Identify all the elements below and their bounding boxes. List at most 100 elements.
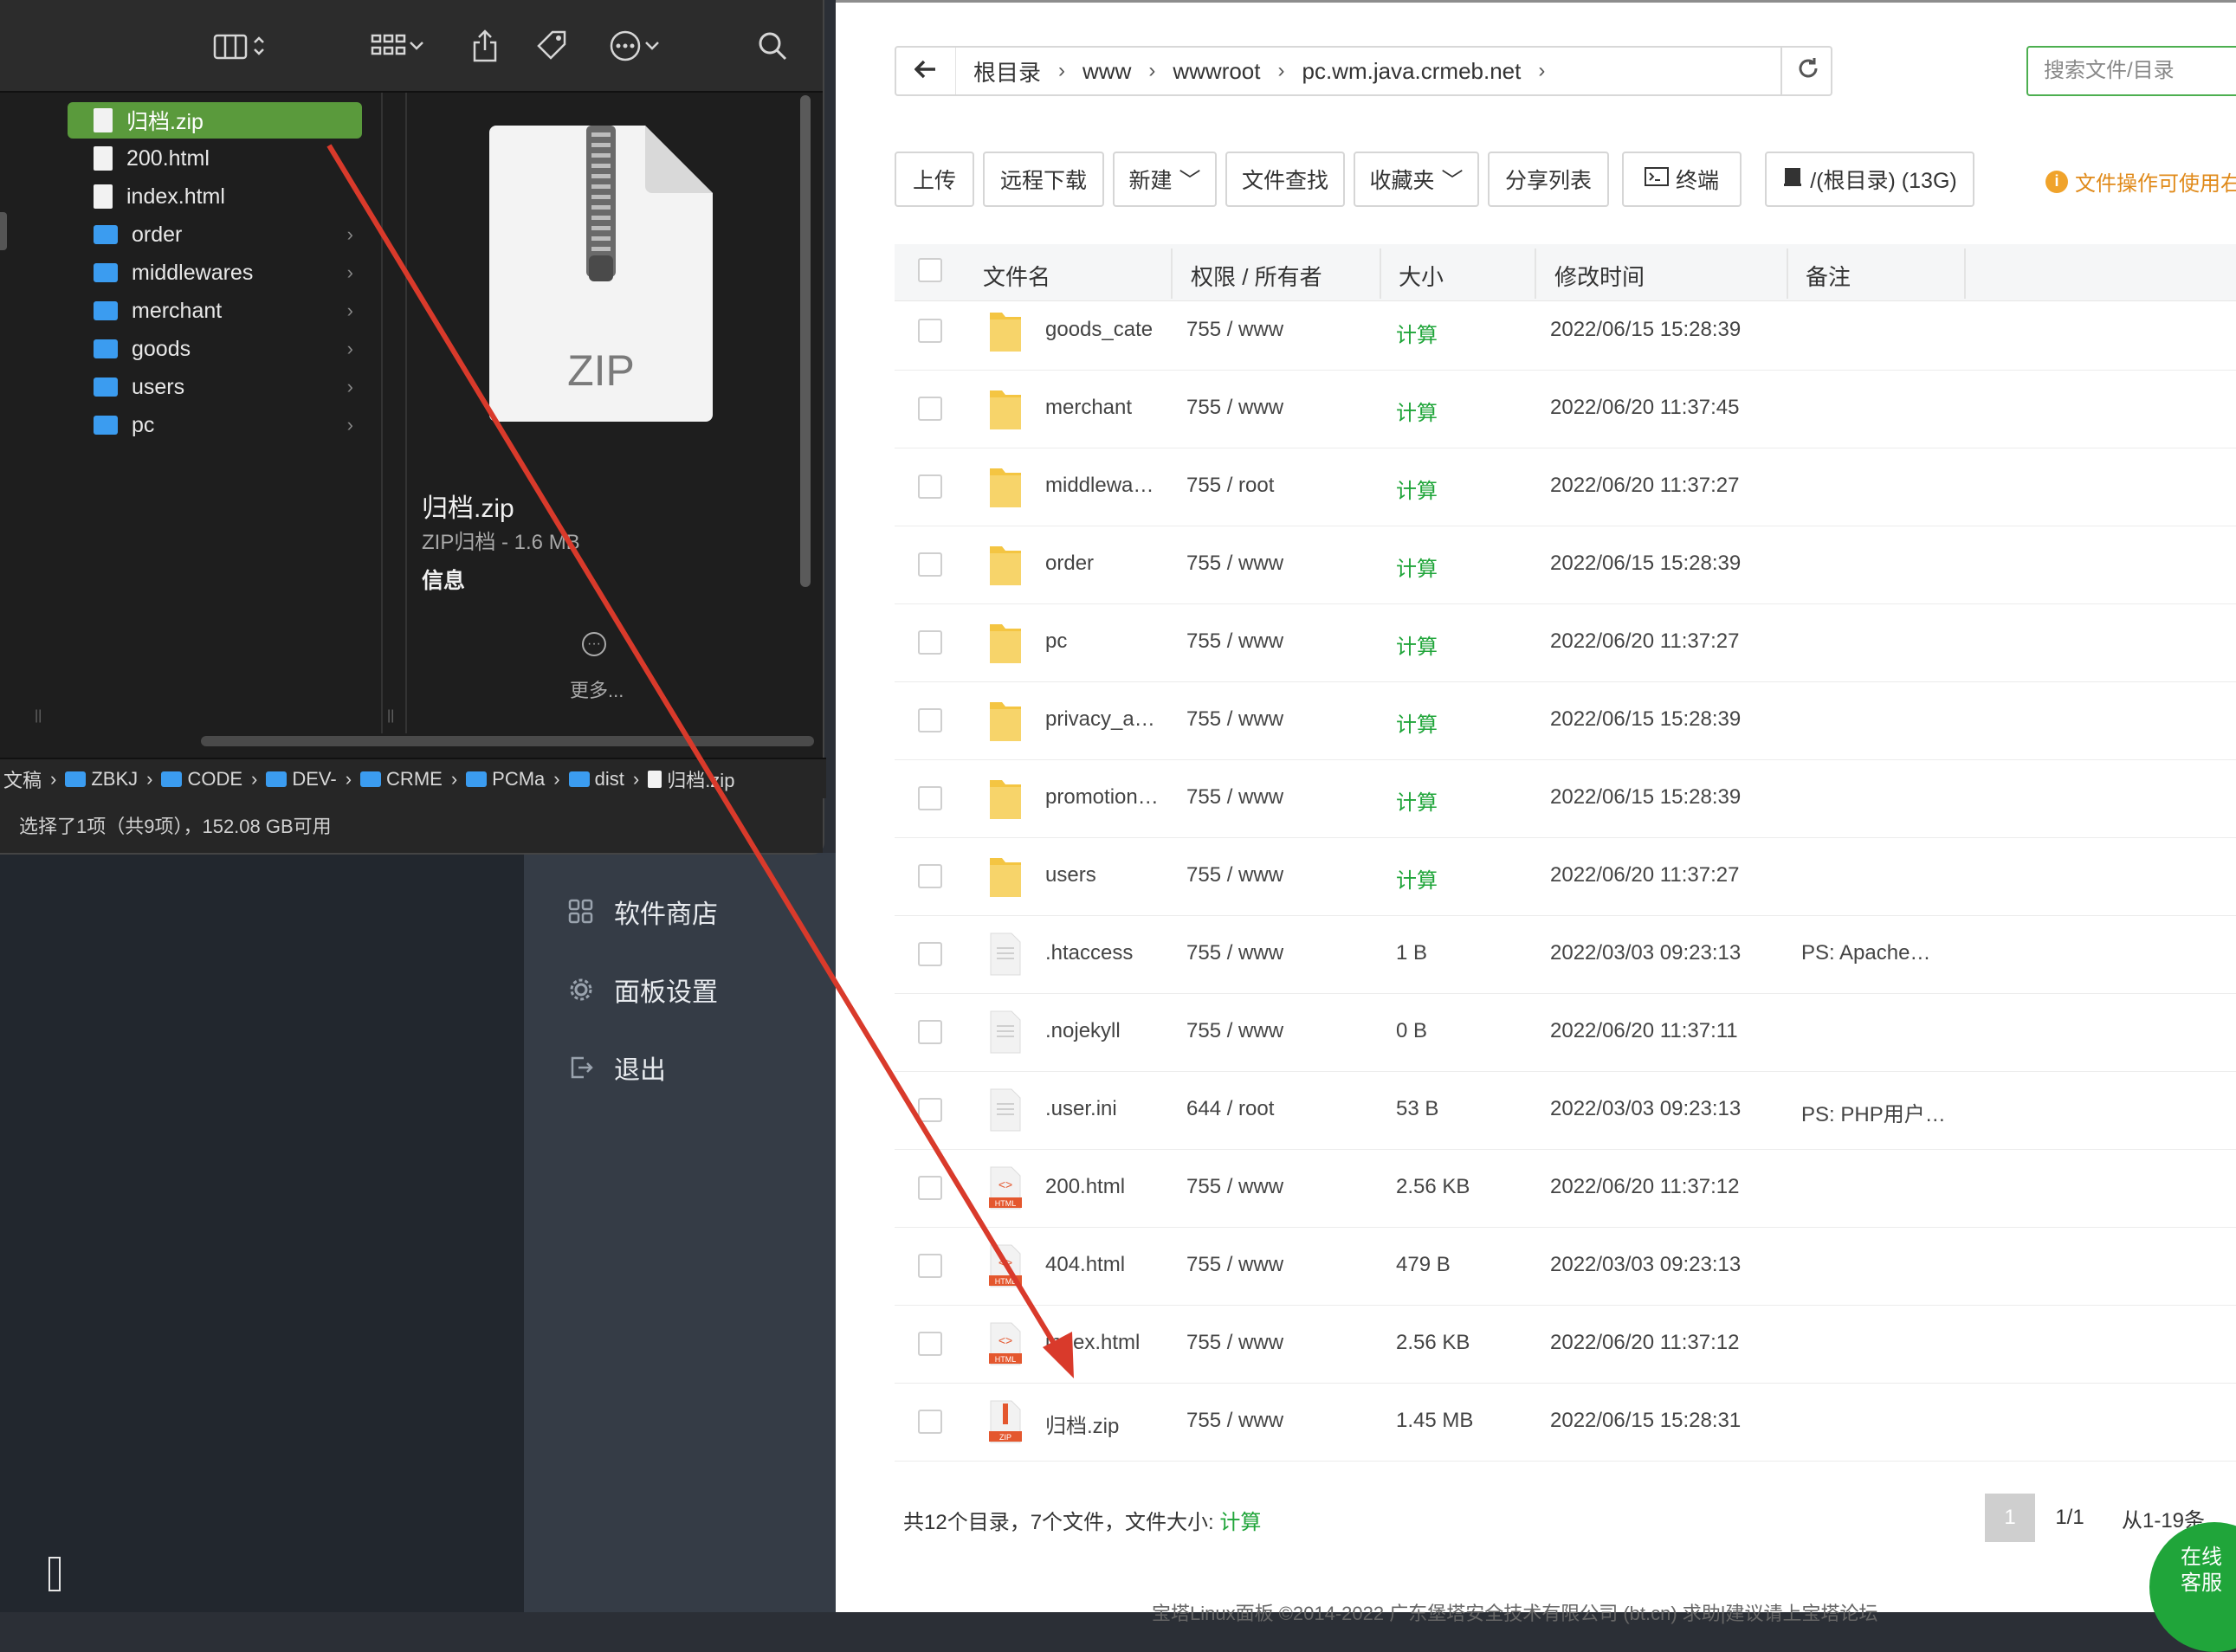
horizontal-scrollbar[interactable]	[201, 736, 814, 746]
column-header-mtime[interactable]: 修改时间	[1554, 260, 1645, 292]
row-checkbox[interactable]	[918, 474, 942, 499]
finder-item[interactable]: 归档.zip	[68, 102, 362, 139]
remote-download-label: 远程下载	[999, 169, 1087, 193]
row-checkbox[interactable]	[918, 786, 942, 810]
column-header-perm[interactable]: 权限 / 所有者	[1191, 260, 1322, 292]
tag-icon[interactable]	[535, 26, 570, 65]
row-checkbox[interactable]	[918, 708, 942, 732]
finder-item-label: users	[132, 374, 185, 399]
row-checkbox[interactable]	[918, 1176, 942, 1200]
finder-item[interactable]: index.html	[68, 178, 362, 215]
row-checkbox[interactable]	[918, 397, 942, 421]
column-header-size[interactable]: 大小	[1399, 260, 1444, 292]
share-list-button[interactable]: 分享列表	[1488, 152, 1609, 207]
file-name[interactable]: middlewa…	[1045, 474, 1154, 498]
upload-button[interactable]: 上传	[895, 152, 974, 207]
row-checkbox[interactable]	[918, 1020, 942, 1044]
finder-item[interactable]: pc ›	[68, 407, 362, 443]
summary-calc-link[interactable]: 计算	[1219, 1511, 1261, 1534]
path-segment[interactable]: DEV-	[266, 768, 337, 791]
group-icon[interactable]	[371, 26, 426, 65]
file-name[interactable]: 200.html	[1045, 1175, 1125, 1199]
search-icon[interactable]	[757, 26, 788, 65]
remote-download-button[interactable]: 远程下载	[983, 152, 1104, 207]
file-size[interactable]: 计算	[1396, 863, 1438, 894]
finder-item-label: merchant	[132, 298, 223, 323]
finder-item[interactable]: 200.html	[68, 140, 362, 177]
file-size: 0 B	[1396, 1019, 1428, 1042]
file-name[interactable]: merchant	[1045, 396, 1132, 420]
finder-item[interactable]: goods ›	[68, 331, 362, 367]
sidebar-item-logout[interactable]: 退出	[567, 1042, 666, 1094]
file-size[interactable]: 计算	[1396, 396, 1438, 426]
file-name[interactable]: .htaccess	[1045, 941, 1133, 965]
column-resize-handle[interactable]: ||	[387, 708, 394, 724]
path-segment[interactable]: dist	[568, 768, 624, 791]
column-resize-handle[interactable]: ||	[35, 708, 42, 724]
finder-item[interactable]: order ›	[68, 216, 362, 253]
file-size[interactable]: 计算	[1396, 785, 1438, 816]
more-actions-icon[interactable]	[608, 26, 662, 65]
path-segment[interactable]: CODE	[161, 768, 242, 791]
path-segment[interactable]: 文稿	[3, 765, 42, 793]
finder-item[interactable]: middlewares ›	[68, 255, 362, 291]
file-size[interactable]: 计算	[1396, 707, 1438, 738]
search-input[interactable]	[2026, 46, 2236, 96]
file-name[interactable]: order	[1045, 552, 1094, 576]
share-icon[interactable]	[471, 26, 499, 65]
vertical-scrollbar[interactable]	[800, 95, 811, 587]
file-permission: 755 / www	[1186, 707, 1284, 731]
more-label[interactable]: 更多...	[570, 675, 624, 703]
disk-button[interactable]: /(根目录) (13G)	[1765, 152, 1974, 207]
path-segment[interactable]: PCMa	[466, 768, 545, 791]
file-name[interactable]: privacy_a…	[1045, 707, 1155, 732]
file-name[interactable]: goods_cate	[1045, 318, 1153, 342]
more-icon[interactable]: ···	[582, 632, 606, 656]
row-checkbox[interactable]	[918, 1410, 942, 1434]
terminal-window[interactable]	[0, 853, 524, 1612]
select-all-checkbox[interactable]	[918, 258, 942, 282]
file-name[interactable]: index.html	[1045, 1331, 1140, 1355]
breadcrumb-item[interactable]: www	[1082, 58, 1131, 85]
file-name[interactable]: promotion…	[1045, 785, 1159, 810]
row-checkbox[interactable]	[918, 552, 942, 577]
file-size[interactable]: 计算	[1396, 629, 1438, 660]
pagination-current[interactable]: 1	[1985, 1494, 2035, 1542]
new-dropdown-button[interactable]: 新建 ﹀	[1113, 152, 1217, 207]
finder-item[interactable]: merchant ›	[68, 293, 362, 329]
file-name[interactable]: 归档.zip	[1045, 1409, 1119, 1439]
finder-item[interactable]: users ›	[68, 369, 362, 405]
back-button[interactable]	[896, 48, 956, 94]
path-segment[interactable]: ZBKJ	[65, 768, 138, 791]
file-note: PS: Apache…	[1801, 941, 1931, 965]
favorites-dropdown-button[interactable]: 收藏夹 ﹀	[1354, 152, 1479, 207]
row-checkbox[interactable]	[918, 1254, 942, 1278]
breadcrumb-item[interactable]: 根目录	[973, 55, 1041, 87]
path-segment[interactable]: CRME	[360, 768, 443, 791]
breadcrumb-item[interactable]: wwwroot	[1173, 58, 1260, 85]
sidebar-item-software-store[interactable]: 软件商店	[567, 886, 718, 938]
view-columns-icon[interactable]	[213, 26, 267, 65]
path-segment[interactable]: 归档.zip	[648, 765, 734, 793]
terminal-button[interactable]: 终端	[1622, 152, 1742, 207]
file-name[interactable]: .nojekyll	[1045, 1019, 1121, 1043]
file-name[interactable]: pc	[1045, 629, 1067, 654]
row-checkbox[interactable]	[918, 1098, 942, 1122]
file-name[interactable]: users	[1045, 863, 1096, 887]
file-search-button[interactable]: 文件查找	[1225, 152, 1345, 207]
file-name[interactable]: .user.ini	[1045, 1097, 1117, 1121]
row-checkbox[interactable]	[918, 319, 942, 343]
breadcrumb-item[interactable]: pc.wm.java.crmeb.net	[1302, 58, 1522, 85]
row-checkbox[interactable]	[918, 1332, 942, 1356]
row-checkbox[interactable]	[918, 942, 942, 966]
sidebar-item-panel-settings[interactable]: 面板设置	[567, 964, 718, 1016]
row-checkbox[interactable]	[918, 630, 942, 655]
column-header-name[interactable]: 文件名	[983, 260, 1050, 292]
file-name[interactable]: 404.html	[1045, 1253, 1125, 1277]
file-size[interactable]: 计算	[1396, 474, 1438, 504]
row-checkbox[interactable]	[918, 864, 942, 888]
file-size[interactable]: 计算	[1396, 318, 1438, 348]
file-permission: 755 / www	[1186, 318, 1284, 341]
file-size[interactable]: 计算	[1396, 552, 1438, 582]
refresh-button[interactable]	[1780, 46, 1834, 96]
